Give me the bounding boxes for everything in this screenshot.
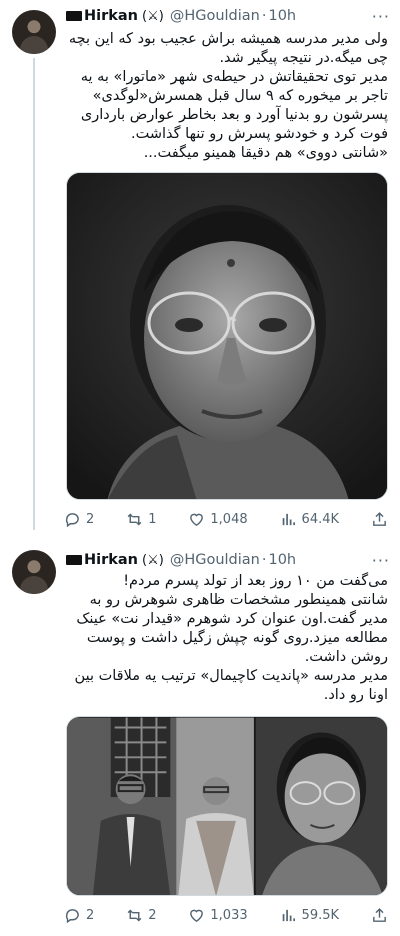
like-icon [190, 513, 204, 526]
tweet[interactable]: Hirkan (⚔) @HGouldian · 10h ··· می‌گفت م… [0, 538, 400, 936]
views-count: 59.5K [301, 907, 340, 923]
share-icon [373, 907, 386, 922]
reply-count: 2 [86, 511, 95, 527]
like-count: 1,033 [210, 907, 248, 923]
tweet-time[interactable]: 10h [268, 8, 296, 24]
tweet[interactable]: Hirkan (⚔) @HGouldian · 10h ··· ولی مدیر… [0, 0, 400, 530]
views-icon [282, 513, 295, 525]
author-handle[interactable]: @HGouldian [170, 8, 260, 24]
tweet-header: Hirkan (⚔) @HGouldian · 10h ··· [66, 6, 390, 26]
retweet-icon [127, 513, 142, 525]
author-name[interactable]: Hirkan [84, 8, 138, 24]
reply-icon [65, 512, 79, 527]
retweet-icon [127, 909, 142, 921]
tweet-actions: 2 2 1,033 59.5K [64, 905, 388, 925]
thread-connector [33, 58, 35, 530]
crossed-swords-emoji: (⚔) [142, 8, 164, 24]
reply-button[interactable]: 2 [64, 511, 94, 528]
retweet-button[interactable]: 2 [126, 907, 156, 924]
reply-count: 2 [86, 907, 95, 923]
portrait-woman-glasses-photo [67, 173, 387, 499]
more-icon[interactable]: ··· [372, 551, 390, 570]
author-name[interactable]: Hirkan [84, 552, 138, 568]
retweet-count: 1 [148, 511, 157, 527]
more-icon[interactable]: ··· [372, 7, 390, 26]
tweet-text: ولی مدیر مدرسه همیشه براش عجیب بود که ای… [68, 31, 388, 161]
separator-dot: · [261, 8, 267, 24]
flag-icon [66, 11, 82, 21]
retweet-count: 2 [148, 907, 157, 923]
views-button[interactable]: 64.4K [280, 511, 339, 528]
tweet-time[interactable]: 10h [268, 552, 296, 568]
tweet-photo[interactable] [66, 716, 388, 896]
separator-dot: · [261, 552, 267, 568]
avatar[interactable] [12, 10, 56, 54]
tweet-actions: 2 1 1,048 64.4K [64, 509, 388, 529]
reply-button[interactable]: 2 [64, 907, 94, 924]
share-icon [373, 511, 386, 526]
tweet-text: می‌گفت من ۱۰ روز بعد از تولد پسرم مردم! … [74, 573, 388, 703]
like-count: 1,048 [210, 511, 248, 527]
crossed-swords-emoji: (⚔) [142, 552, 164, 568]
reply-icon [65, 908, 79, 923]
avatar[interactable] [12, 550, 56, 594]
like-button[interactable]: 1,048 [188, 511, 248, 528]
views-button[interactable]: 59.5K [280, 907, 339, 924]
like-icon [190, 909, 204, 922]
views-count: 64.4K [301, 511, 340, 527]
views-icon [282, 909, 295, 921]
composite-photo-couple-and-woman [67, 717, 387, 895]
like-button[interactable]: 1,033 [188, 907, 248, 924]
share-button[interactable] [371, 511, 388, 528]
retweet-button[interactable]: 1 [126, 511, 156, 528]
author-handle[interactable]: @HGouldian [170, 552, 260, 568]
tweet-header: Hirkan (⚔) @HGouldian · 10h ··· [66, 550, 390, 570]
tweet-photo[interactable] [66, 172, 388, 500]
flag-icon [66, 555, 82, 565]
share-button[interactable] [371, 907, 388, 924]
